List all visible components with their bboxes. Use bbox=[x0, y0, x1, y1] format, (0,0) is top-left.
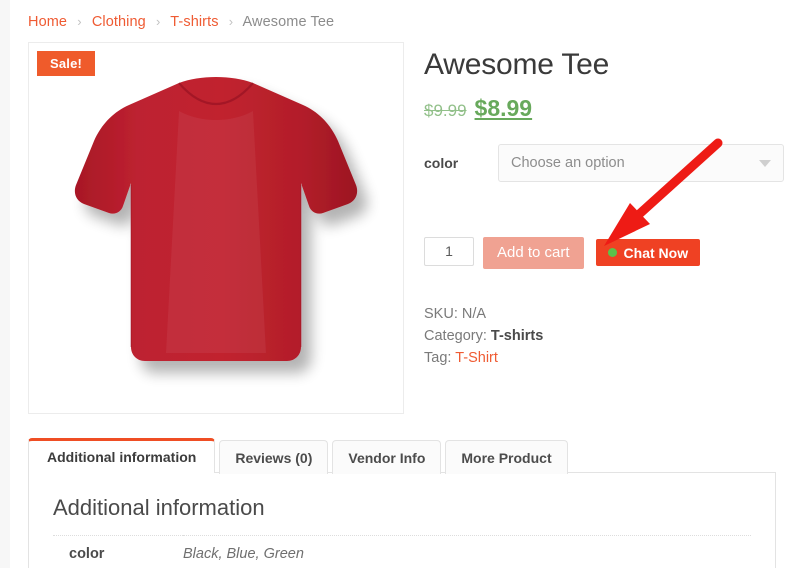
chat-now-button[interactable]: Chat Now bbox=[595, 239, 701, 266]
table-row: color Black, Blue, Green bbox=[53, 535, 751, 568]
breadcrumb-separator: › bbox=[77, 14, 82, 29]
meta-sku-value: N/A bbox=[461, 305, 487, 322]
meta-tag-value[interactable]: T-Shirt bbox=[455, 350, 498, 366]
variation-label-color: color bbox=[424, 154, 459, 171]
online-status-dot-icon bbox=[607, 248, 617, 257]
color-select[interactable]: Choose an option bbox=[498, 143, 784, 182]
meta-tag-label: Tag: bbox=[424, 349, 452, 366]
breadcrumb-item-home[interactable]: Home bbox=[28, 14, 67, 30]
chat-now-label: Chat Now bbox=[623, 244, 689, 261]
tab-panel-additional-information: Additional information color Black, Blue… bbox=[28, 472, 776, 568]
page-title: Awesome Tee bbox=[424, 48, 610, 81]
breadcrumb-item-t-shirts[interactable]: T-shirts bbox=[170, 14, 218, 30]
product-tabs-section: Additional information Reviews (0) Vendo… bbox=[28, 438, 776, 568]
tab-more-product[interactable]: More Product bbox=[445, 440, 568, 474]
meta-category: Category: T-shirts bbox=[424, 325, 784, 347]
tab-vendor-info[interactable]: Vendor Info bbox=[332, 440, 442, 474]
tab-reviews[interactable]: Reviews (0) bbox=[219, 440, 329, 474]
meta-sku-label: SKU: bbox=[424, 305, 458, 322]
product-image[interactable] bbox=[29, 43, 403, 413]
attributes-table: color Black, Blue, Green bbox=[53, 535, 751, 568]
meta-tag: Tag: T-Shirt bbox=[424, 347, 784, 369]
breadcrumb-item-current: Awesome Tee bbox=[242, 14, 335, 30]
meta-sku: SKU: N/A bbox=[424, 303, 784, 325]
tab-additional-information[interactable]: Additional information bbox=[28, 438, 216, 473]
cart-row: Add to cart Chat Now bbox=[424, 236, 784, 269]
breadcrumb-separator: › bbox=[228, 14, 234, 29]
price-row: $9.99 $8.99 bbox=[424, 95, 784, 122]
meta-category-value[interactable]: T-shirts bbox=[491, 328, 543, 344]
breadcrumb-separator: › bbox=[155, 14, 161, 29]
product-page: Home › Clothing › T-shirts › Awesome Tee… bbox=[10, 0, 794, 568]
variation-row: color Choose an option bbox=[424, 143, 784, 182]
color-select-value: Choose an option bbox=[511, 154, 625, 171]
sale-badge: Sale! bbox=[37, 51, 96, 76]
product-gallery[interactable]: Sale! bbox=[28, 42, 404, 414]
product-summary: Awesome Tee $9.99 $8.99 color Choose an … bbox=[424, 48, 784, 369]
price-sale: $8.99 bbox=[474, 94, 533, 121]
product-tabs: Additional information Reviews (0) Vendo… bbox=[28, 438, 776, 474]
tshirt-icon bbox=[74, 77, 358, 361]
attribute-name: color bbox=[69, 546, 105, 562]
add-to-cart-button[interactable]: Add to cart bbox=[483, 236, 584, 269]
meta-category-label: Category: bbox=[424, 327, 487, 344]
product-meta: SKU: N/A Category: T-shirts Tag: T-Shirt bbox=[424, 303, 784, 369]
breadcrumb-item-clothing[interactable]: Clothing bbox=[92, 14, 146, 30]
price-original: $9.99 bbox=[424, 100, 467, 120]
quantity-input[interactable] bbox=[424, 236, 474, 266]
breadcrumb: Home › Clothing › T-shirts › Awesome Tee bbox=[28, 14, 334, 30]
chevron-down-icon bbox=[759, 159, 771, 167]
attribute-value: Black, Blue, Green bbox=[183, 546, 304, 562]
panel-title: Additional information bbox=[53, 495, 265, 520]
